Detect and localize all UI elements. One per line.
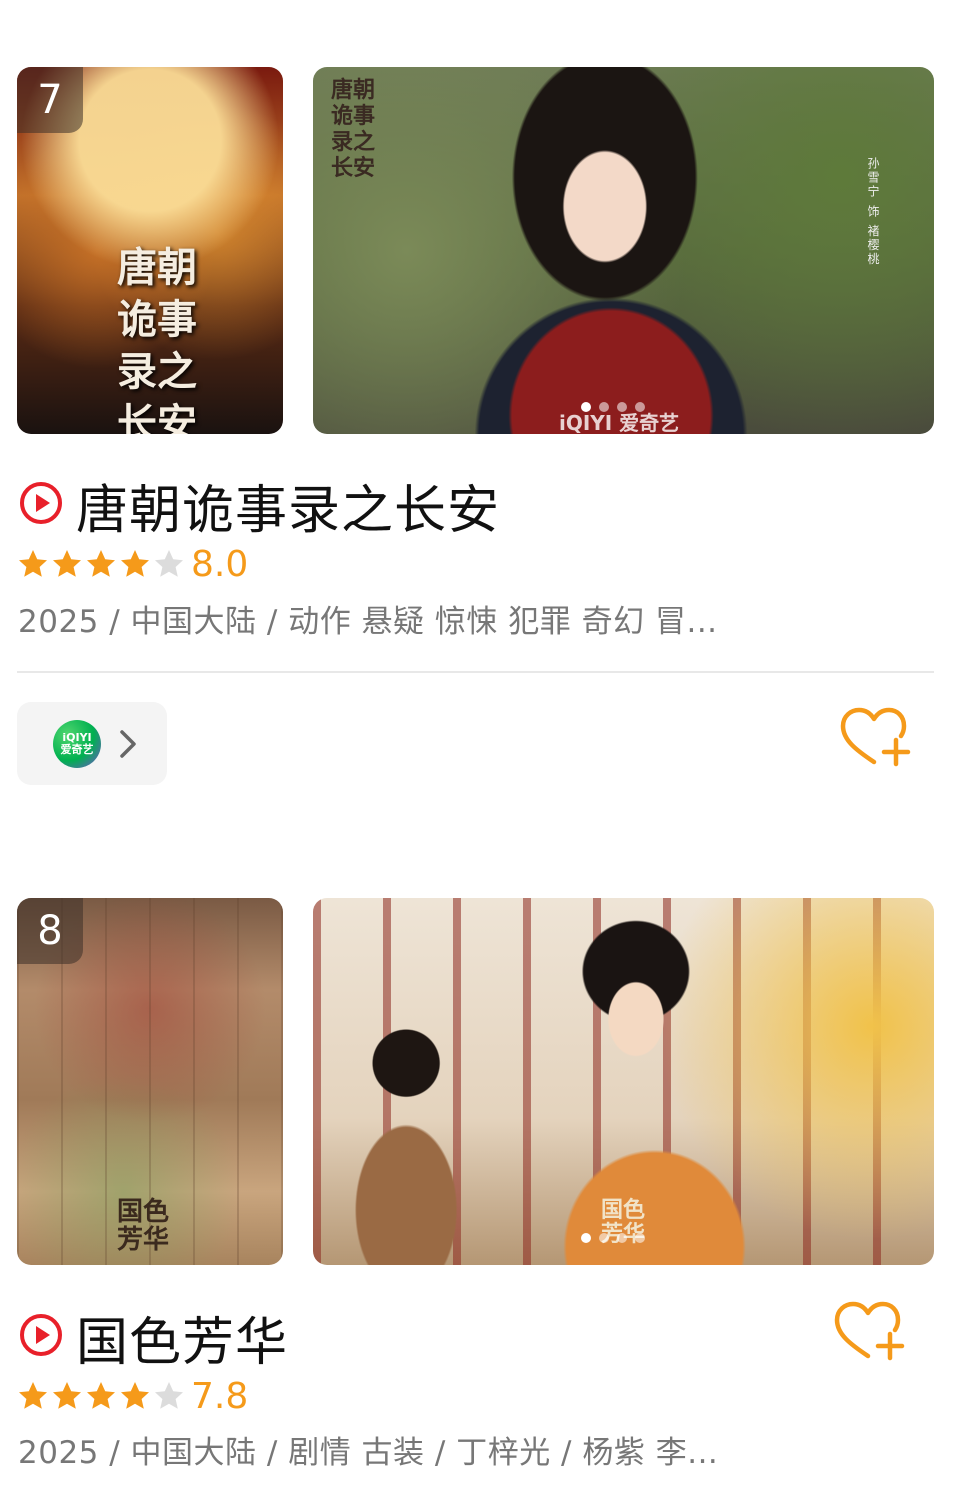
star-icon xyxy=(53,1382,81,1409)
rank-badge: 8 xyxy=(17,898,83,964)
poster-image[interactable]: 8 国色芳华 xyxy=(17,898,283,1265)
star-icon xyxy=(19,1382,47,1409)
item-title[interactable]: 国色芳华 xyxy=(76,1300,288,1375)
heart-plus-icon[interactable] xyxy=(838,706,914,772)
carousel-dot xyxy=(635,402,645,412)
star-icon xyxy=(19,550,47,577)
rating-score: 7.8 xyxy=(191,1376,249,1417)
rating-stars xyxy=(17,1380,185,1412)
heart-plus-icon[interactable] xyxy=(832,1300,908,1366)
carousel-dot xyxy=(617,1233,627,1243)
item-meta: 2025 / 中国大陆 / 动作 悬疑 惊悚 犯罪 奇幻 冒... xyxy=(18,604,718,640)
carousel-dots xyxy=(581,1233,645,1243)
chevron-right-icon xyxy=(120,729,136,758)
still-image[interactable]: 唐朝诡事录之长安 孙雪宁 饰 褚樱桃 iQIYI 爱奇艺 xyxy=(313,67,934,434)
rating-stars xyxy=(17,548,185,580)
star-icon xyxy=(53,550,81,577)
carousel-dots xyxy=(581,402,645,412)
star-icon xyxy=(87,1382,115,1409)
platform-button[interactable]: iQIYI 爱奇艺 xyxy=(17,702,167,785)
carousel-dot xyxy=(635,1233,645,1243)
carousel-dot xyxy=(599,1233,609,1243)
carousel-dot xyxy=(581,1233,591,1243)
star-icon xyxy=(121,550,149,577)
carousel-dot xyxy=(617,402,627,412)
iqiyi-logo-icon: iQIYI 爱奇艺 xyxy=(53,719,101,768)
poster-title-art: 国色芳华 xyxy=(117,1197,170,1255)
star-icon xyxy=(155,1382,183,1409)
poster-image[interactable]: 7 唐朝诡事录之长安 xyxy=(17,67,283,434)
play-circle-icon xyxy=(20,482,62,524)
item-title[interactable]: 唐朝诡事录之长安 xyxy=(76,468,500,543)
rank-badge: 7 xyxy=(17,67,83,133)
divider xyxy=(17,671,934,673)
rating-score: 8.0 xyxy=(191,544,249,585)
item-meta: 2025 / 中国大陆 / 剧情 古装 / 丁梓光 / 杨紫 李... xyxy=(18,1435,719,1471)
play-circle-icon xyxy=(20,1314,62,1356)
star-icon xyxy=(121,1382,149,1409)
star-icon xyxy=(87,550,115,577)
star-icon xyxy=(155,550,183,577)
carousel-dot xyxy=(599,402,609,412)
cast-credit: 孙雪宁 饰 褚樱桃 xyxy=(866,157,880,267)
still-title-art: 唐朝诡事录之长安 xyxy=(331,77,376,181)
poster-title-art: 唐朝诡事录之长安 xyxy=(117,244,197,434)
carousel-dot xyxy=(581,402,591,412)
still-image[interactable]: 国色芳华 xyxy=(313,898,934,1265)
